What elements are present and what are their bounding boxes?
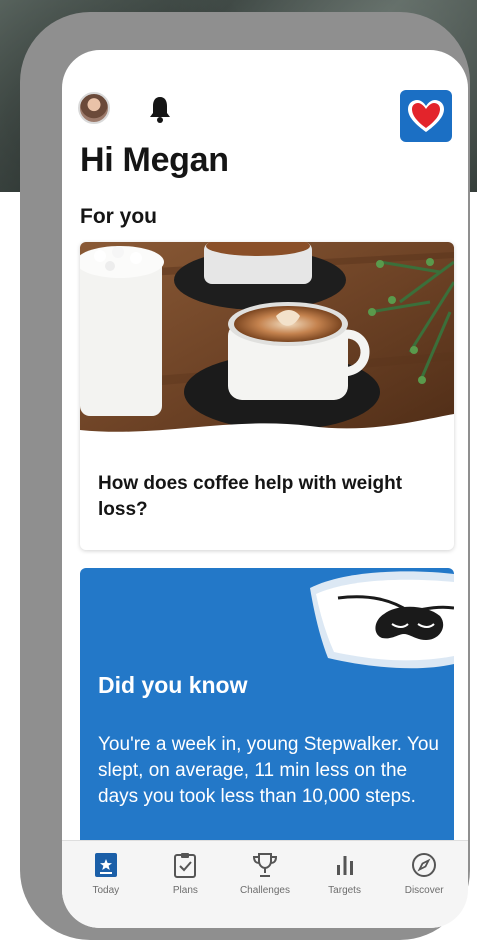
bell-icon[interactable] (148, 94, 172, 124)
coffee-cups-photo (80, 242, 454, 446)
nav-label: Discover (404, 885, 444, 896)
phone-frame: Hi Megan For you How does coffee help wi… (20, 12, 470, 940)
for-you-heading: For you (80, 205, 157, 228)
did-you-know-title: Did you know (98, 672, 248, 698)
article-title: How does coffee help with weight loss? (98, 473, 403, 520)
user-avatar[interactable] (78, 92, 110, 124)
nav-item-today[interactable]: Today (68, 841, 144, 928)
did-you-know-text: You're a week in, young Stepwalker. You … (98, 734, 439, 807)
nav-label: Plans (172, 885, 198, 896)
nav-item-plans[interactable]: Plans (147, 841, 223, 928)
nav-label: Challenges (239, 885, 290, 896)
nav-item-challenges[interactable]: Challenges (227, 841, 303, 928)
nav-label: Targets (328, 885, 361, 896)
did-you-know-card[interactable]: Did you know You're a week in, young Ste… (80, 568, 454, 858)
compass-icon (412, 853, 437, 877)
heart-logo-icon[interactable] (400, 90, 452, 142)
trophy-icon (252, 853, 277, 877)
bar-chart-icon (336, 856, 353, 875)
nav-item-targets[interactable]: Targets (307, 841, 383, 928)
bottom-navigation: Today Plans Challenges Targets Discover (62, 840, 468, 928)
article-card[interactable]: How does coffee help with weight loss? (80, 242, 454, 550)
app-screen: Hi Megan For you How does coffee help wi… (62, 50, 468, 928)
heart-icon (408, 100, 444, 132)
greeting-title: Hi Megan (80, 141, 229, 179)
nav-label: Today (92, 885, 120, 896)
pillow-sleep-mask-icon (310, 571, 454, 669)
clipboard-check-icon (174, 853, 197, 878)
nav-item-discover[interactable]: Discover (386, 841, 462, 928)
today-icon (94, 853, 117, 877)
